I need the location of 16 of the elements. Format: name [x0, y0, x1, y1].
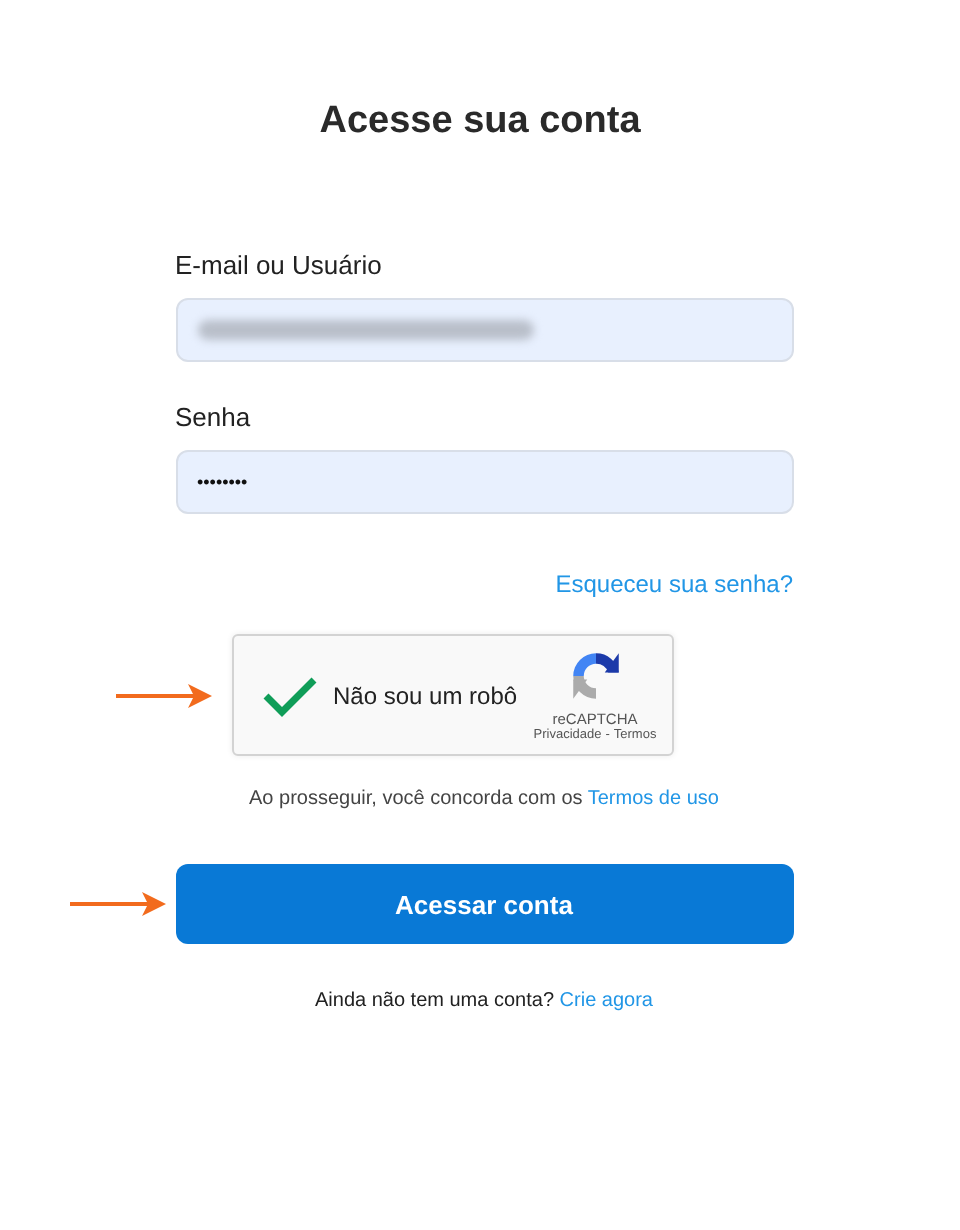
page-title: Acesse sua conta — [319, 100, 641, 144]
checkbox[interactable] — [261, 673, 317, 717]
field-label: Senha — [175, 402, 253, 432]
input-field[interactable]: •••••••• — [175, 450, 793, 514]
signup-link[interactable]: Crie agora — [559, 990, 653, 1012]
arrow-icon — [69, 892, 165, 916]
signup-prompt: Ainda não tem uma conta? — [314, 990, 557, 1012]
arrow-icon — [115, 684, 211, 708]
terms-notice: Ao prosseguir, você concorda com os — [249, 788, 585, 810]
terms-of-use-link[interactable]: Termos de uso — [587, 788, 719, 810]
field-label: E-mail ou Usuário — [175, 250, 384, 280]
input-field[interactable] — [175, 298, 793, 362]
forgot-password-link[interactable]: Esqueceu sua senha? — [555, 570, 793, 598]
captcha-label: Não sou um robô — [333, 681, 520, 709]
refresh-arrows-icon — [567, 648, 623, 704]
submit-button[interactable]: Acessar conta — [175, 864, 793, 944]
